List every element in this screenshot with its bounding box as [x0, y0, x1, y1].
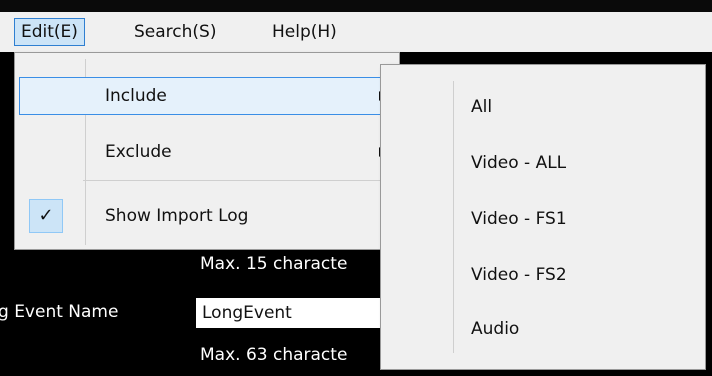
submenu-item-video-fs1[interactable]: Video - FS1: [471, 201, 567, 237]
submenu-item-all[interactable]: All: [471, 89, 492, 125]
menu-item-exclude[interactable]: Exclude: [19, 133, 393, 171]
menu-item-show-import-log-label: Show Import Log: [105, 206, 249, 226]
submenu-item-audio[interactable]: Audio: [471, 311, 519, 347]
menu-item-show-import-log[interactable]: ✓ Show Import Log: [19, 197, 393, 235]
submenu-item-video-all[interactable]: Video - ALL: [471, 145, 566, 181]
submenu-item-video-fs2[interactable]: Video - FS2: [471, 257, 567, 293]
menu-item-exclude-label: Exclude: [105, 142, 172, 162]
event-name-field[interactable]: LongEvent: [196, 298, 396, 328]
event-name-label: g Event Name: [0, 302, 119, 322]
hint-text-1: Max. 15 characte: [200, 254, 348, 274]
checkmark-icon: ✓: [29, 199, 63, 233]
menu-search[interactable]: Search(S): [128, 18, 222, 46]
menu-item-include-label: Include: [105, 86, 167, 106]
menu-item-include[interactable]: Include: [19, 77, 393, 115]
submenu-gutter-divider: [453, 81, 454, 353]
include-submenu: All Video - ALL Video - FS1 Video - FS2 …: [380, 64, 706, 370]
menu-separator: [83, 180, 393, 181]
menu-help[interactable]: Help(H): [266, 18, 343, 46]
hint-text-2: Max. 63 characte: [200, 345, 348, 365]
window-top-strip: [0, 0, 712, 12]
menu-edit[interactable]: Edit(E): [14, 18, 85, 46]
edit-menu-dropdown: Include Exclude ✓ Show Import Log: [14, 52, 400, 250]
menu-bar: Edit(E) Search(S) Help(H): [0, 12, 712, 52]
